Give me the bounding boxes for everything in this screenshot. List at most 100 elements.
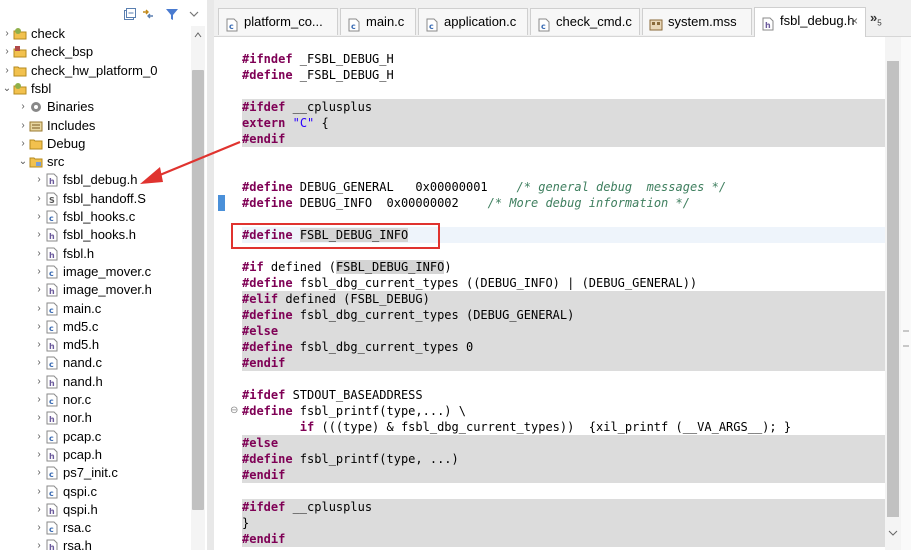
code-editor[interactable]: #ifndef _FSBL_DEBUG_H #define _FSBL_DEBUG… — [214, 37, 911, 550]
tree-item-includes[interactable]: › Includes — [0, 117, 190, 135]
code-line[interactable]: #define fsbl_printf(type, ...) — [242, 451, 885, 467]
tab-platform-config[interactable]: c platform_co... — [218, 8, 338, 35]
code-line[interactable]: #define fsbl_dbg_current_types 0 — [242, 339, 885, 355]
close-icon[interactable]: × — [851, 8, 858, 34]
tree-item-qspi-c[interactable]: › c qspi.c — [0, 483, 190, 501]
view-sash[interactable] — [207, 0, 214, 550]
collapsed-chevron-icon[interactable]: › — [34, 281, 44, 299]
tree-item-main-c[interactable]: › c main.c — [0, 300, 190, 318]
code-line[interactable]: #ifdef __cplusplus — [242, 499, 885, 515]
code-line[interactable]: } — [242, 515, 885, 531]
collapsed-chevron-icon[interactable]: › — [34, 409, 44, 427]
code-line[interactable]: #endif — [242, 355, 885, 371]
code-line[interactable]: #define fsbl_dbg_current_types ((DEBUG_I… — [242, 275, 885, 291]
collapsed-chevron-icon[interactable]: › — [34, 354, 44, 372]
tree-item-fsbl-hooks-c[interactable]: › c fsbl_hooks.c — [0, 208, 190, 226]
filter-icon[interactable] — [164, 6, 180, 22]
collapsed-chevron-icon[interactable]: › — [2, 62, 12, 80]
tab-overflow-button[interactable]: »5 — [870, 10, 894, 30]
explorer-scrollbar[interactable] — [191, 26, 205, 550]
code-line[interactable]: #elif defined (FSBL_DEBUG) — [242, 291, 885, 307]
code-line[interactable]: extern "C" { — [242, 115, 885, 131]
code-line[interactable]: #define DEBUG_INFO 0x00000002 /* More de… — [242, 195, 885, 211]
explorer-scroll-thumb[interactable] — [192, 70, 204, 510]
tab-system-mss[interactable]: system.mss — [642, 8, 752, 35]
scroll-up-icon[interactable] — [194, 31, 202, 39]
collapsed-chevron-icon[interactable]: › — [34, 537, 44, 550]
tree-item-fsbl-debug-h[interactable]: › h fsbl_debug.h — [0, 171, 190, 189]
tree-item-fsbl-handoff-s[interactable]: › Sfsbl_handoff.S — [0, 190, 190, 208]
tree-item-fsbl-hooks-h[interactable]: › h fsbl_hooks.h — [0, 226, 190, 244]
tree-item-binaries[interactable]: › Binaries — [0, 98, 190, 116]
code-line[interactable]: #define _FSBL_DEBUG_H — [242, 67, 885, 83]
expanded-chevron-icon[interactable]: ⌄ — [2, 80, 12, 98]
tree-item-check-hw-platform-0[interactable]: › check_hw_platform_0 — [0, 62, 190, 80]
tree-item-fsbl[interactable]: ⌄ fsbl — [0, 80, 190, 98]
collapsed-chevron-icon[interactable]: › — [34, 373, 44, 391]
tab-check-cmd-c[interactable]: c check_cmd.c — [530, 8, 640, 35]
tree-item-pcap-h[interactable]: › h pcap.h — [0, 446, 190, 464]
collapsed-chevron-icon[interactable]: › — [34, 464, 44, 482]
tree-item-check-bsp[interactable]: › check_bsp — [0, 43, 190, 61]
code-line[interactable]: #define DEBUG_GENERAL 0x00000001 /* gene… — [242, 179, 885, 195]
tree-item-pcap-c[interactable]: › c pcap.c — [0, 428, 190, 446]
collapsed-chevron-icon[interactable]: › — [34, 483, 44, 501]
tree-item-ps7-init-c[interactable]: › c ps7_init.c — [0, 464, 190, 482]
tab-main-c[interactable]: c main.c — [340, 8, 416, 35]
code-line[interactable] — [242, 147, 885, 163]
link-with-editor-icon[interactable] — [140, 6, 156, 22]
code-line[interactable]: #ifdef __cplusplus — [242, 99, 885, 115]
collapsed-chevron-icon[interactable]: › — [34, 171, 44, 189]
code-line[interactable]: #if defined (FSBL_DEBUG_INFO) — [242, 259, 885, 275]
collapsed-chevron-icon[interactable]: › — [34, 519, 44, 537]
tree-item-rsa-c[interactable]: › c rsa.c — [0, 519, 190, 537]
tree-item-qspi-h[interactable]: › h qspi.h — [0, 501, 190, 519]
tree-item-nand-h[interactable]: › h nand.h — [0, 373, 190, 391]
tree-item-image-mover-h[interactable]: › h image_mover.h — [0, 281, 190, 299]
code-line[interactable]: if (((type) & fsbl_dbg_current_types)) {… — [242, 419, 885, 435]
tree-item-check[interactable]: › check — [0, 25, 190, 43]
code-line[interactable]: #ifdef STDOUT_BASEADDRESS — [242, 387, 885, 403]
collapsed-chevron-icon[interactable]: › — [18, 117, 28, 135]
tree-item-md5-h[interactable]: › h md5.h — [0, 336, 190, 354]
collapsed-chevron-icon[interactable]: › — [34, 208, 44, 226]
code-line[interactable]: #endif — [242, 131, 885, 147]
tree-item-debug[interactable]: › Debug — [0, 135, 190, 153]
tree-item-md5-c[interactable]: › c md5.c — [0, 318, 190, 336]
collapsed-chevron-icon[interactable]: › — [2, 43, 12, 61]
code-line[interactable]: #define fsbl_dbg_current_types (DEBUG_GE… — [242, 307, 885, 323]
collapsed-chevron-icon[interactable]: › — [34, 446, 44, 464]
code-line[interactable] — [242, 163, 885, 179]
collapsed-chevron-icon[interactable]: › — [18, 98, 28, 116]
tab-fsbl-debug-h[interactable]: h fsbl_debug.h × — [754, 7, 866, 37]
collapsed-chevron-icon[interactable]: › — [34, 318, 44, 336]
code-line[interactable] — [242, 371, 885, 387]
code-line[interactable] — [242, 83, 885, 99]
expanded-chevron-icon[interactable]: ⌄ — [18, 153, 28, 171]
editor-scrollbar[interactable] — [885, 37, 901, 550]
collapsed-chevron-icon[interactable]: › — [34, 391, 44, 409]
tab-application-c[interactable]: c application.c — [418, 8, 528, 35]
fold-toggle-icon[interactable]: ⊖ — [230, 403, 238, 419]
collapsed-chevron-icon[interactable]: › — [34, 501, 44, 519]
editor-scroll-thumb[interactable] — [887, 61, 899, 517]
collapsed-chevron-icon[interactable]: › — [34, 336, 44, 354]
code-line[interactable] — [242, 483, 885, 499]
collapsed-chevron-icon[interactable]: › — [34, 428, 44, 446]
tree-item-fsbl-h[interactable]: › h fsbl.h — [0, 245, 190, 263]
code-line[interactable]: #define fsbl_printf(type,...) \ ⊖ — [230, 403, 885, 419]
tree-item-src[interactable]: ⌄ src — [0, 153, 190, 171]
code-line[interactable]: #endif — [242, 531, 885, 547]
tree-item-image-mover-c[interactable]: › c image_mover.c — [0, 263, 190, 281]
collapsed-chevron-icon[interactable]: › — [34, 300, 44, 318]
scroll-down-icon[interactable] — [888, 529, 898, 537]
collapsed-chevron-icon[interactable]: › — [34, 263, 44, 281]
collapsed-chevron-icon[interactable]: › — [34, 190, 44, 208]
collapse-all-icon[interactable] — [122, 6, 138, 22]
code-line[interactable]: #else — [242, 323, 885, 339]
overview-ruler[interactable] — [901, 37, 911, 550]
collapsed-chevron-icon[interactable]: › — [18, 135, 28, 153]
collapsed-chevron-icon[interactable]: › — [34, 245, 44, 263]
tree-item-nand-c[interactable]: › c nand.c — [0, 354, 190, 372]
collapsed-chevron-icon[interactable]: › — [34, 226, 44, 244]
